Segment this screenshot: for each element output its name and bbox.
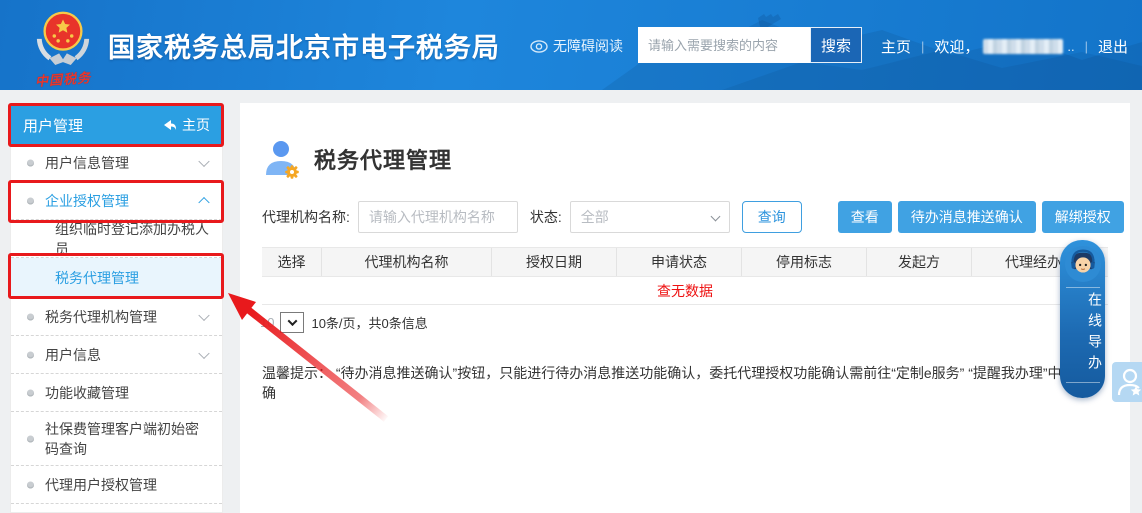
welcome-label: 欢迎， <box>934 36 979 57</box>
status-select[interactable]: 全部 <box>570 201 730 233</box>
tip-text: 温馨提示： “待办消息推送确认”按钮，只能进行待办消息推送功能确认，委托代理授权… <box>262 363 1102 403</box>
sidebar-item-label: 组织临时登记添加办税人员 <box>55 219 222 259</box>
bullet-icon <box>27 389 34 396</box>
welcome-text: 欢迎， .. <box>934 36 1074 57</box>
query-button[interactable]: 查询 <box>742 201 802 233</box>
nav-separator: | <box>1085 39 1088 54</box>
main-panel: 税务代理管理 代理机构名称: 状态: 全部 查询 查看待办消息推送确认解绑授权 … <box>240 103 1130 513</box>
assistant-avatar <box>1064 245 1102 283</box>
table-column-header: 发起方 <box>867 248 972 276</box>
chevron-down-icon <box>710 212 720 222</box>
chevron-up-icon <box>198 196 209 207</box>
filter-row: 代理机构名称: 状态: 全部 查询 查看待办消息推送确认解绑授权 <box>262 201 1130 233</box>
online-guide-label: 在线导办 <box>1060 292 1105 376</box>
accessibility-label: 无障碍阅读 <box>553 36 623 56</box>
sidebar-title: 用户管理 <box>23 115 83 136</box>
logo-caption: 中国税务 <box>27 67 98 90</box>
sidebar-home-label: 主页 <box>182 115 210 135</box>
sidebar-header: 用户管理 主页 <box>11 106 222 144</box>
top-header: 中国税务 国家税务总局北京市电子税务局 无障碍阅读 搜索 主页 | 欢迎， ..… <box>0 0 1142 90</box>
bullet-icon <box>27 481 34 488</box>
agency-name-input[interactable] <box>358 201 518 233</box>
sidebar-item-7[interactable]: 社保费管理客户端初始密码查询 <box>11 412 222 466</box>
sidebar: 用户管理 主页 用户信息管理企业授权管理组织临时登记添加办税人员税务代理管理税务… <box>10 106 223 513</box>
nav-separator: | <box>921 39 924 54</box>
tax-emblem-icon <box>32 6 94 66</box>
agency-logo: 中国税务 <box>28 6 98 88</box>
site-title: 国家税务总局北京市电子税务局 <box>108 26 500 65</box>
sidebar-item-1[interactable]: 企业授权管理 <box>11 182 222 220</box>
table-column-header: 申请状态 <box>617 248 742 276</box>
page-size-select[interactable] <box>280 312 304 333</box>
table-header-row: 选择代理机构名称授权日期申请状态停用标志发起方代理经办人 <box>262 247 1108 277</box>
table-column-header: 选择 <box>262 248 322 276</box>
search-input[interactable] <box>638 27 810 63</box>
table-column-header: 代理机构名称 <box>322 248 492 276</box>
sidebar-items: 用户信息管理企业授权管理组织临时登记添加办税人员税务代理管理税务代理机构管理用户… <box>11 144 222 504</box>
sidebar-item-label: 企业授权管理 <box>45 191 129 211</box>
sidebar-item-5[interactable]: 用户信息 <box>11 336 222 374</box>
nav-home-link[interactable]: 主页 <box>881 36 911 57</box>
status-selected-value: 全部 <box>581 207 609 227</box>
page-size-value: 10 <box>260 315 274 330</box>
eye-icon <box>530 40 548 53</box>
divider <box>1066 287 1100 288</box>
sidebar-item-label: 用户信息管理 <box>45 153 129 173</box>
sidebar-item-4[interactable]: 税务代理机构管理 <box>11 298 222 336</box>
search-button[interactable]: 搜索 <box>810 27 862 63</box>
table-empty-row: 查无数据 <box>262 277 1108 305</box>
pagination-info: 10条/页，共0条信息 <box>311 313 427 332</box>
sidebar-item-label: 用户信息 <box>45 345 101 365</box>
agency-name-label: 代理机构名称: <box>262 207 350 227</box>
person-star-icon <box>1117 367 1142 397</box>
chevron-down-icon <box>198 347 209 358</box>
favorite-user-widget[interactable] <box>1112 362 1142 402</box>
agency-table: 选择代理机构名称授权日期申请状态停用标志发起方代理经办人 查无数据 <box>262 247 1108 305</box>
sidebar-item-label: 代理用户授权管理 <box>45 475 157 495</box>
sidebar-item-label: 税务代理机构管理 <box>45 307 157 327</box>
username-ellipsis: .. <box>1067 39 1074 54</box>
action-button-1[interactable]: 待办消息推送确认 <box>898 201 1036 233</box>
status-label: 状态: <box>530 207 562 227</box>
bullet-icon <box>27 435 34 442</box>
sidebar-item-8[interactable]: 代理用户授权管理 <box>11 466 222 504</box>
sidebar-item-label: 税务代理管理 <box>55 268 139 288</box>
sidebar-item-2[interactable]: 组织临时登记添加办税人员 <box>11 220 222 258</box>
header-search: 搜索 <box>638 27 862 63</box>
user-gear-icon <box>262 139 302 179</box>
sidebar-home-link[interactable]: 主页 <box>163 115 210 135</box>
sidebar-item-label: 社保费管理客户端初始密码查询 <box>45 419 206 459</box>
sidebar-item-label: 功能收藏管理 <box>45 383 129 403</box>
action-button-2[interactable]: 解绑授权 <box>1042 201 1124 233</box>
logout-link[interactable]: 退出 <box>1098 36 1128 57</box>
table-column-header: 停用标志 <box>742 248 867 276</box>
divider <box>1066 382 1100 383</box>
action-button-0[interactable]: 查看 <box>838 201 892 233</box>
back-arrow-icon <box>163 119 177 131</box>
table-column-header: 授权日期 <box>492 248 617 276</box>
no-data-text: 查无数据 <box>657 281 713 301</box>
bullet-icon <box>27 313 34 320</box>
online-guide-button[interactable]: 在线导办 <box>1060 240 1105 398</box>
page-title: 税务代理管理 <box>314 143 452 175</box>
chevron-down-icon <box>198 155 209 166</box>
page-header: 税务代理管理 <box>240 103 1130 179</box>
action-buttons: 查看待办消息推送确认解绑授权 <box>838 201 1124 233</box>
sidebar-item-6[interactable]: 功能收藏管理 <box>11 374 222 412</box>
username-redacted <box>983 39 1063 54</box>
bullet-icon <box>27 159 34 166</box>
header-nav: 主页 | 欢迎， .. | 退出 <box>881 36 1128 57</box>
chevron-down-icon <box>198 309 209 320</box>
sidebar-item-3[interactable]: 税务代理管理 <box>11 258 222 298</box>
bullet-icon <box>27 351 34 358</box>
sidebar-item-0[interactable]: 用户信息管理 <box>11 144 222 182</box>
chevron-down-icon <box>288 316 298 326</box>
accessibility-link[interactable]: 无障碍阅读 <box>530 36 623 56</box>
pagination: 10 10条/页，共0条信息 <box>260 312 1130 333</box>
bullet-icon <box>27 197 34 204</box>
